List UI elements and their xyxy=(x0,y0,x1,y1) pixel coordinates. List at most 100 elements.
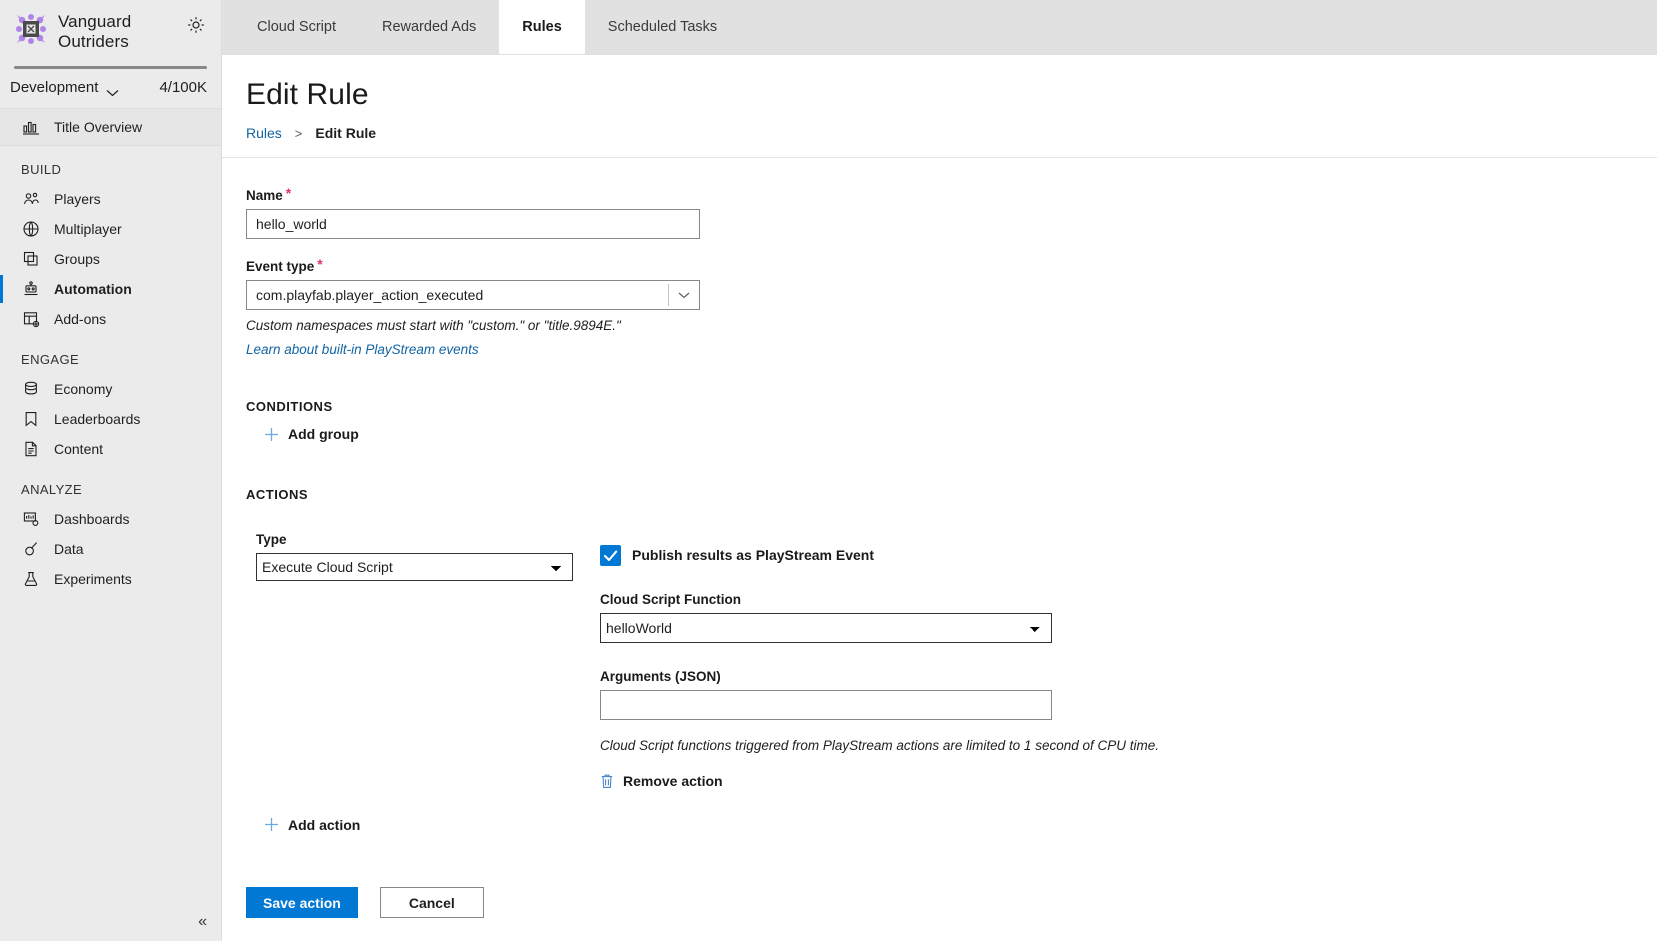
arguments-input[interactable] xyxy=(600,689,1052,720)
document-icon xyxy=(22,440,40,458)
add-action-button[interactable]: Add action xyxy=(264,817,360,833)
collapse-sidebar-button[interactable]: « xyxy=(198,913,207,931)
environment-row: Development 4/100K xyxy=(0,69,221,108)
gear-icon[interactable] xyxy=(185,14,207,36)
sidebar-item-label: Economy xyxy=(54,381,113,397)
page-title: Edit Rule xyxy=(246,78,369,111)
chevron-down-icon[interactable] xyxy=(669,281,699,309)
name-label-text: Name xyxy=(246,188,283,203)
edit-rule-form: Name * Event type * com.playfab.player_a… xyxy=(222,158,1657,837)
sidebar-item-leaderboards[interactable]: Leaderboards xyxy=(0,404,221,434)
action-type-column: Type Execute Cloud Script xyxy=(256,520,586,794)
nav-section-analyze: ANALYZE xyxy=(21,482,83,497)
chevron-down-icon xyxy=(106,84,119,96)
sidebar-item-data[interactable]: Data xyxy=(0,534,221,564)
brand-title: Vanguard Outriders xyxy=(58,12,132,51)
actions-heading: ACTIONS xyxy=(246,486,308,502)
learn-playstream-events-link[interactable]: Learn about built-in PlayStream events xyxy=(246,342,479,357)
save-action-button[interactable]: Save action xyxy=(246,887,358,918)
sidebar-item-label: Dashboards xyxy=(54,511,130,527)
event-type-combobox[interactable]: com.playfab.player_action_executed xyxy=(246,280,700,310)
remove-action-button[interactable]: Remove action xyxy=(600,773,723,789)
nav-group-build: BUILD Players Multiplayer Groups Automat… xyxy=(0,146,221,336)
sidebar-item-label: Groups xyxy=(54,251,100,267)
sidebar-item-label: Leaderboards xyxy=(54,411,141,427)
brand-header: Vanguard Outriders xyxy=(0,0,221,60)
plus-icon xyxy=(264,427,279,442)
event-type-label-text: Event type xyxy=(246,259,315,274)
bookmark-icon xyxy=(22,410,40,428)
sidebar: Vanguard Outriders Development 4/100K Ti… xyxy=(0,0,222,941)
action-type-select[interactable]: Execute Cloud Script xyxy=(256,552,573,581)
nav-section-build: BUILD xyxy=(21,162,62,177)
sidebar-item-economy[interactable]: Economy xyxy=(0,374,221,404)
name-input[interactable] xyxy=(246,209,700,239)
sidebar-item-label: Add-ons xyxy=(54,311,107,327)
app-root: Vanguard Outriders Development 4/100K Ti… xyxy=(0,0,1657,941)
required-asterisk: * xyxy=(285,185,292,201)
sidebar-item-label: Multiplayer xyxy=(54,221,122,237)
breadcrumb-link-rules[interactable]: Rules xyxy=(246,125,282,141)
trash-icon xyxy=(600,773,614,789)
flask-icon xyxy=(22,570,40,588)
sidebar-item-title-overview[interactable]: Title Overview xyxy=(0,112,221,142)
add-group-label: Add group xyxy=(288,426,359,442)
event-type-value: com.playfab.player_action_executed xyxy=(256,287,484,303)
sidebar-item-label: Data xyxy=(54,541,84,557)
database-icon xyxy=(22,380,40,398)
publish-results-checkbox[interactable] xyxy=(600,544,621,566)
cpu-time-note: Cloud Script functions triggered from Pl… xyxy=(600,737,1159,753)
form-button-row: Save action Cancel xyxy=(246,887,1657,918)
cloud-script-function-select[interactable]: helloWorld xyxy=(600,612,1052,643)
conditions-heading: CONDITIONS xyxy=(246,399,333,414)
environment-label: Development xyxy=(10,79,99,96)
tab-bar: Cloud Script Rewarded Ads Rules Schedule… xyxy=(222,0,1657,55)
sidebar-item-dashboards[interactable]: Dashboards xyxy=(0,504,221,534)
sidebar-item-label: Automation xyxy=(54,281,132,297)
publish-results-label: Publish results as PlayStream Event xyxy=(632,547,874,563)
name-label: Name * xyxy=(246,185,1657,203)
sidebar-item-label: Title Overview xyxy=(54,119,143,135)
chart-bar-icon xyxy=(22,118,40,136)
add-group-button[interactable]: Add group xyxy=(264,426,359,442)
sidebar-item-content[interactable]: Content xyxy=(0,434,221,464)
action-row: Type Execute Cloud Script Publish result… xyxy=(246,520,1657,794)
required-asterisk: * xyxy=(317,256,323,272)
arguments-label: Arguments (JSON) xyxy=(600,668,721,684)
globe-icon xyxy=(22,220,40,238)
cloud-script-function-label: Cloud Script Function xyxy=(600,591,741,607)
sidebar-item-automation[interactable]: Automation xyxy=(0,274,221,304)
sidebar-item-label: Players xyxy=(54,191,101,207)
sidebar-item-experiments[interactable]: Experiments xyxy=(0,564,221,594)
nav-section-engage: ENGAGE xyxy=(21,352,80,367)
sidebar-item-groups[interactable]: Groups xyxy=(0,244,221,274)
remove-action-label: Remove action xyxy=(623,772,723,789)
environment-selector[interactable]: Development xyxy=(10,79,119,96)
sidebar-item-label: Experiments xyxy=(54,571,132,587)
action-config-column: Publish results as PlayStream Event Clou… xyxy=(586,520,1159,794)
sidebar-item-add-ons[interactable]: Add-ons xyxy=(0,304,221,334)
dashboard-icon xyxy=(22,510,40,528)
quota-label: 4/100K xyxy=(159,79,207,96)
sidebar-item-multiplayer[interactable]: Multiplayer xyxy=(0,214,221,244)
nav-group-engage: ENGAGE Economy Leaderboards Content xyxy=(0,336,221,466)
breadcrumb: Rules > Edit Rule xyxy=(246,125,1657,157)
publish-results-row: Publish results as PlayStream Event xyxy=(600,544,1159,566)
event-type-label: Event type * xyxy=(246,256,1657,274)
title-logo-icon xyxy=(14,12,48,46)
page-header: Edit Rule Rules > Edit Rule xyxy=(222,55,1657,157)
players-icon xyxy=(22,190,40,208)
data-icon xyxy=(22,540,40,558)
sidebar-item-players[interactable]: Players xyxy=(0,184,221,214)
type-label: Type xyxy=(256,531,287,547)
tab-rules[interactable]: Rules xyxy=(499,0,585,54)
sidebar-item-label: Content xyxy=(54,441,104,457)
plus-icon xyxy=(264,817,279,832)
addons-icon xyxy=(22,310,40,328)
cancel-button[interactable]: Cancel xyxy=(379,887,484,918)
breadcrumb-current: Edit Rule xyxy=(315,125,377,141)
tab-scheduled-tasks[interactable]: Scheduled Tasks xyxy=(585,0,740,54)
robot-icon xyxy=(22,280,40,298)
tab-cloud-script[interactable]: Cloud Script xyxy=(234,0,359,54)
tab-rewarded-ads[interactable]: Rewarded Ads xyxy=(359,0,499,54)
